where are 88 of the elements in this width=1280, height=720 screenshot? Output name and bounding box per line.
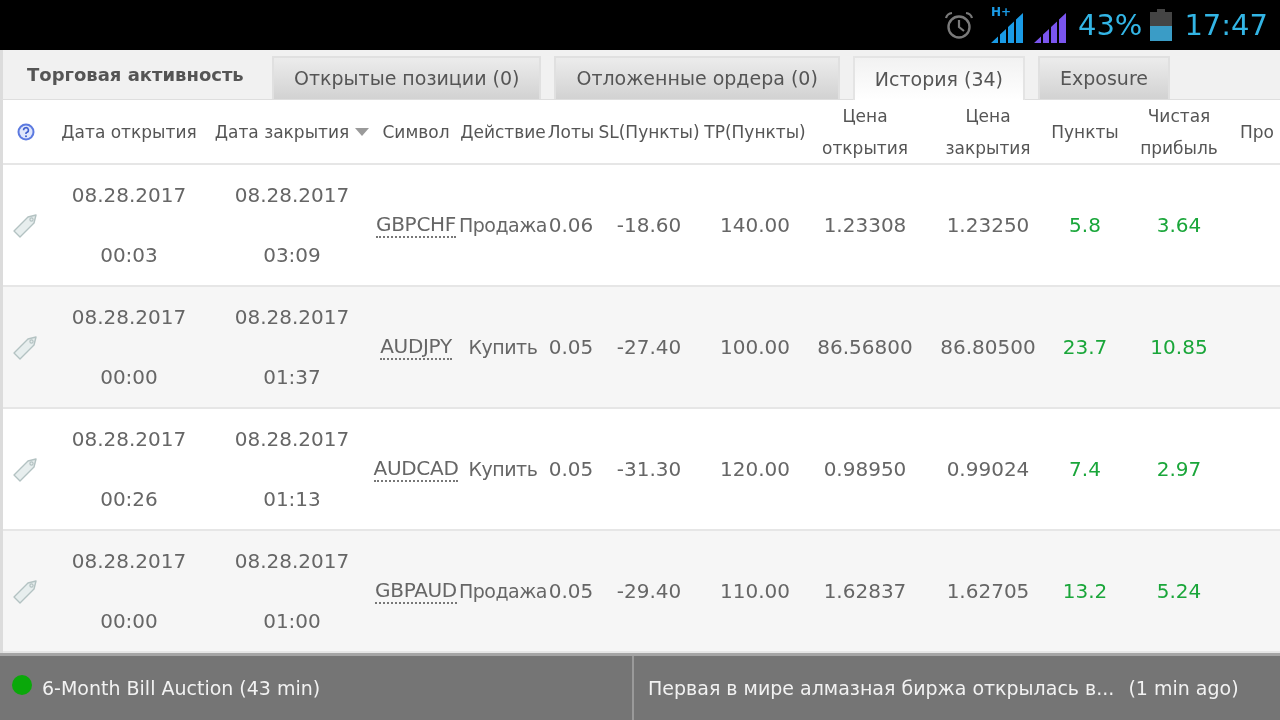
lots-value: 0.06 bbox=[548, 212, 594, 239]
network-type-label: H+ bbox=[990, 6, 1012, 18]
close-time: 03:09 bbox=[263, 242, 321, 269]
close-price: 1.62705 bbox=[946, 578, 1030, 605]
column-header[interactable]: Дата открытия bbox=[61, 115, 197, 148]
net-profit-value: 3.64 bbox=[1156, 212, 1202, 239]
tp-value: 100.00 bbox=[720, 334, 790, 361]
column-header[interactable]: Дата закрытия bbox=[214, 115, 350, 148]
close-time: 01:13 bbox=[263, 486, 321, 513]
column-header[interactable]: Лоты bbox=[547, 115, 595, 148]
tab[interactable]: Exposure bbox=[1038, 56, 1170, 99]
close-price: 1.23250 bbox=[946, 212, 1030, 239]
close-date: 08.28.2017 bbox=[234, 426, 350, 453]
tp-value: 140.00 bbox=[720, 212, 790, 239]
tp-value: 120.00 bbox=[720, 456, 790, 483]
close-price: 86.80500 bbox=[940, 334, 1036, 361]
tag-icon[interactable] bbox=[12, 577, 39, 605]
alarm-clock-icon bbox=[942, 10, 975, 40]
symbol-link[interactable]: GBPAUD bbox=[375, 578, 457, 604]
sl-value: -31.30 bbox=[616, 456, 682, 483]
trade-row[interactable]: 08.28.2017 00:00 08.28.2017 01:37 AUDJPY Купить 0.05 -27.40 100.00 86.56800 86.80500 23.7 10.85 bbox=[3, 287, 1280, 409]
column-header[interactable]: Чистая прибыль bbox=[1118, 99, 1240, 164]
net-profit-value: 5.24 bbox=[1156, 578, 1202, 605]
tp-value: 110.00 bbox=[720, 578, 790, 605]
status-dot-icon bbox=[12, 675, 32, 695]
net-profit-value: 2.97 bbox=[1156, 456, 1202, 483]
column-header[interactable]: SL(Пункты) bbox=[598, 115, 700, 148]
column-header[interactable]: Пункты bbox=[1051, 115, 1119, 148]
tag-icon[interactable] bbox=[12, 333, 39, 361]
action-text: Купить bbox=[468, 334, 538, 360]
open-time: 00:00 bbox=[100, 608, 158, 635]
close-time: 01:37 bbox=[263, 364, 321, 391]
news-ticker[interactable]: Первая в мире алмазная биржа открылась в... (1 min ago) bbox=[632, 656, 1280, 720]
tab[interactable]: Отложенные ордера (0) bbox=[554, 56, 840, 99]
close-price: 0.99024 bbox=[946, 456, 1030, 483]
column-header[interactable]: Цена открытия bbox=[806, 99, 924, 164]
points-value: 7.4 bbox=[1069, 456, 1101, 483]
open-date: 08.28.2017 bbox=[71, 548, 187, 575]
action-text: Продажа bbox=[459, 578, 547, 604]
close-date: 08.28.2017 bbox=[234, 304, 350, 331]
news-time: (1 min ago) bbox=[1128, 675, 1239, 701]
column-header[interactable]: Про bbox=[1240, 115, 1274, 148]
news-headline: Первая в мире алмазная биржа открылась в... bbox=[648, 675, 1115, 701]
symbol-link[interactable]: GBPCHF bbox=[376, 212, 456, 238]
net-profit-value: 10.85 bbox=[1150, 334, 1208, 361]
tab[interactable]: Открытые позиции (0) bbox=[272, 56, 542, 99]
lots-value: 0.05 bbox=[548, 456, 594, 483]
clock-time: 17:47 bbox=[1184, 10, 1268, 40]
open-time: 00:26 bbox=[100, 486, 158, 513]
battery-icon bbox=[1150, 9, 1173, 41]
close-time: 01:00 bbox=[263, 608, 321, 635]
help-icon[interactable] bbox=[16, 122, 35, 141]
points-value: 23.7 bbox=[1062, 334, 1108, 361]
battery-percent: 43% bbox=[1077, 10, 1143, 40]
signal-strength-icon bbox=[1033, 13, 1066, 43]
open-price: 1.23308 bbox=[823, 212, 907, 239]
column-header[interactable]: Цена закрытия bbox=[924, 99, 1052, 164]
column-header[interactable]: Действие bbox=[460, 115, 546, 148]
action-text: Продажа bbox=[459, 212, 547, 238]
sl-value: -18.60 bbox=[616, 212, 682, 239]
points-value: 13.2 bbox=[1062, 578, 1108, 605]
close-date: 08.28.2017 bbox=[234, 182, 350, 209]
tag-icon[interactable] bbox=[12, 455, 39, 483]
event-text: 6-Month Bill Auction (43 min) bbox=[42, 675, 321, 701]
sl-value: -29.40 bbox=[616, 578, 682, 605]
open-price: 0.98950 bbox=[823, 456, 907, 483]
lots-value: 0.05 bbox=[548, 578, 594, 605]
open-time: 00:03 bbox=[100, 242, 158, 269]
column-header[interactable]: Символ bbox=[382, 115, 450, 148]
lots-value: 0.05 bbox=[548, 334, 594, 361]
open-date: 08.28.2017 bbox=[71, 182, 187, 209]
action-text: Купить bbox=[468, 456, 538, 482]
tab[interactable]: История (34) bbox=[852, 56, 1026, 100]
symbol-link[interactable]: AUDCAD bbox=[373, 456, 459, 482]
points-value: 5.8 bbox=[1069, 212, 1101, 239]
open-date: 08.28.2017 bbox=[71, 304, 187, 331]
sl-value: -27.40 bbox=[616, 334, 682, 361]
column-header[interactable]: TP(Пункты) bbox=[704, 115, 806, 148]
open-price: 86.56800 bbox=[817, 334, 913, 361]
trade-row[interactable]: 08.28.2017 00:00 08.28.2017 01:00 GBPAUD Продажа 0.05 -29.40 110.00 1.62837 1.62705 13.2 5.24 bbox=[3, 531, 1280, 653]
event-ticker[interactable]: 6-Month Bill Auction (43 min) bbox=[0, 656, 632, 720]
tag-icon[interactable] bbox=[12, 211, 39, 239]
open-date: 08.28.2017 bbox=[71, 426, 187, 453]
open-price: 1.62837 bbox=[823, 578, 907, 605]
close-date: 08.28.2017 bbox=[234, 548, 350, 575]
symbol-link[interactable]: AUDJPY bbox=[380, 334, 452, 360]
section-title: Торговая активность bbox=[27, 63, 245, 87]
open-time: 00:00 bbox=[100, 364, 158, 391]
